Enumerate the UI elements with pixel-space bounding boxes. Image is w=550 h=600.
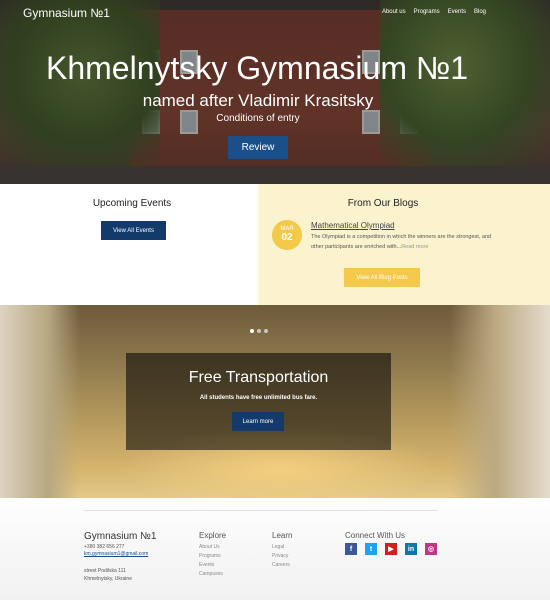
footer-connect: Connect With Us f t ▶ in ◎ [345,531,437,555]
slider-dot[interactable] [250,329,254,333]
nav-link-blog[interactable]: Blog [474,9,486,15]
learn-more-button[interactable]: Learn more [232,412,284,431]
learn-heading: Learn [272,531,293,540]
nav-link-events[interactable]: Events [448,9,466,15]
transport-slider: Free Transportation All students have fr… [0,305,550,498]
footer: Gymnasium №1 +380 382 656 277 km.gymnasi… [0,498,550,600]
instagram-icon[interactable]: ◎ [425,543,437,555]
footer-email-link[interactable]: km.gymnasium1@gmail.com [84,551,148,557]
review-button[interactable]: Review [228,136,288,159]
youtube-icon[interactable]: ▶ [385,543,397,555]
footer-explore: Explore About Us Programs Events Campuse… [199,531,226,579]
slider-dot[interactable] [257,329,261,333]
connect-heading: Connect With Us [345,531,406,540]
footer-divider [84,510,438,511]
footer-learn: Learn Legal Privacy Careers [272,531,292,570]
footer-link-programs[interactable]: Programs [199,552,226,561]
footer-link-events[interactable]: Events [199,561,226,570]
hero-section: Gymnasium №1 About us Programs Events Bl… [0,0,550,184]
slider-caption: Free Transportation All students have fr… [126,353,391,450]
nav-link-about[interactable]: About us [382,9,406,15]
linkedin-icon[interactable]: in [405,543,417,555]
view-all-blog-posts-button[interactable]: View All Blog Posts [344,268,420,287]
date-day: 02 [281,232,293,243]
slider-dot[interactable] [264,329,268,333]
footer-address-street: street Podilska 111 [84,568,126,574]
nav-link-programs[interactable]: Programs [414,9,440,15]
footer-link-privacy[interactable]: Privacy [272,552,292,561]
slider-dots [250,329,268,333]
blogs-section: From Our Blogs MAR 02 Mathematical Olymp… [258,184,550,305]
nav-brand[interactable]: Gymnasium №1 [23,6,110,20]
footer-address-city: Khmelnytsky, Ukraine [84,576,132,582]
footer-link-about[interactable]: About Us [199,543,226,552]
slider-text: All students have free unlimited bus far… [199,395,318,401]
slider-bg-right [450,305,550,498]
hero-conditions: Conditions of entry [216,113,300,124]
explore-heading: Explore [199,531,227,540]
social-icons: f t ▶ in ◎ [345,543,437,555]
footer-link-legal[interactable]: Legal [272,543,292,552]
upcoming-events-section: Upcoming Events View All Events [0,184,258,305]
blog-post-title[interactable]: Mathematical Olympiad [311,221,395,230]
date-badge: MAR 02 [272,220,302,250]
blogs-heading: From Our Blogs [347,198,419,209]
facebook-icon[interactable]: f [345,543,357,555]
footer-brand: Gymnasium №1 [84,531,157,542]
twitter-icon[interactable]: t [365,543,377,555]
footer-link-careers[interactable]: Careers [272,561,292,570]
hero-subtitle: named after Vladimir Krasitsky [142,91,374,110]
slider-bg-left [0,305,80,498]
nav-menu: About us Programs Events Blog [382,9,486,15]
hero-title: Khmelnytsky Gymnasium №1 [46,50,468,86]
view-all-events-button[interactable]: View All Events [101,221,166,240]
events-heading: Upcoming Events [92,198,172,209]
blog-post-excerpt: The Olympiad is a competition in which t… [311,232,501,252]
footer-phone: +380 382 656 277 [84,544,125,550]
footer-link-campuses[interactable]: Campuses [199,570,226,579]
read-more-link[interactable]: Read more [401,244,428,250]
slider-title: Free Transportation [188,369,329,386]
